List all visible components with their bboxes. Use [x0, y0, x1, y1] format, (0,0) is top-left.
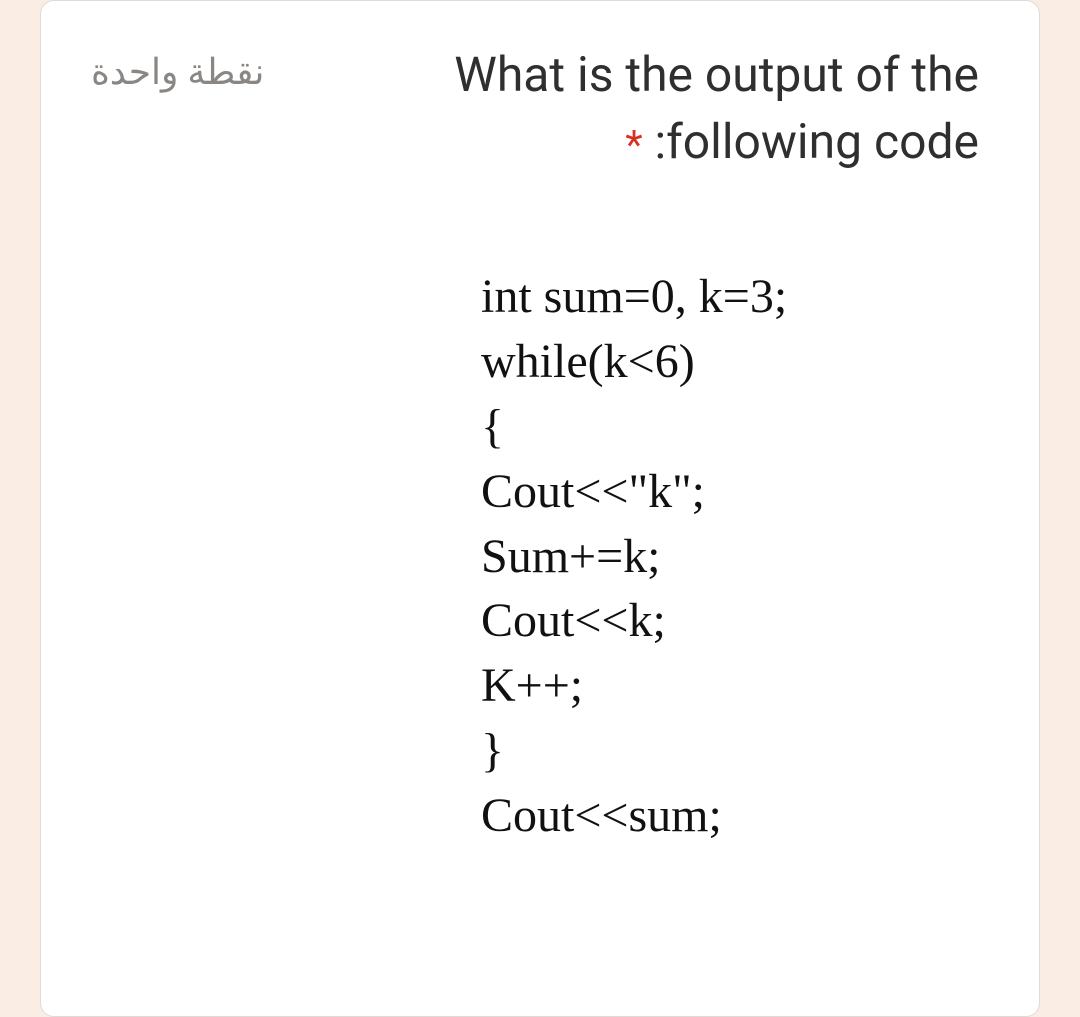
code-snippet: int sum=0, k=3; while(k<6) { Cout<<"k"; …: [481, 265, 979, 848]
question-line1: What is the output of the: [454, 46, 979, 103]
question-line2: :following code: [643, 113, 979, 170]
code-line: {: [481, 400, 504, 453]
code-line: }: [481, 724, 504, 777]
code-line: Sum+=k;: [481, 530, 661, 583]
code-line: Cout<<"k";: [481, 465, 705, 518]
code-line: while(k<6): [481, 335, 695, 388]
code-line: Cout<<k;: [481, 594, 666, 647]
question-card: نقطة واحدة What is the output of the * :…: [40, 0, 1040, 1017]
code-line: int sum=0, k=3;: [481, 270, 787, 323]
code-line: Cout<<sum;: [481, 789, 722, 842]
question-header: نقطة واحدة What is the output of the * :…: [91, 41, 979, 175]
question-text: What is the output of the * :following c…: [294, 41, 979, 175]
code-line: K++;: [481, 659, 583, 712]
required-asterisk: *: [625, 122, 642, 169]
points-label: نقطة واحدة: [91, 41, 264, 93]
